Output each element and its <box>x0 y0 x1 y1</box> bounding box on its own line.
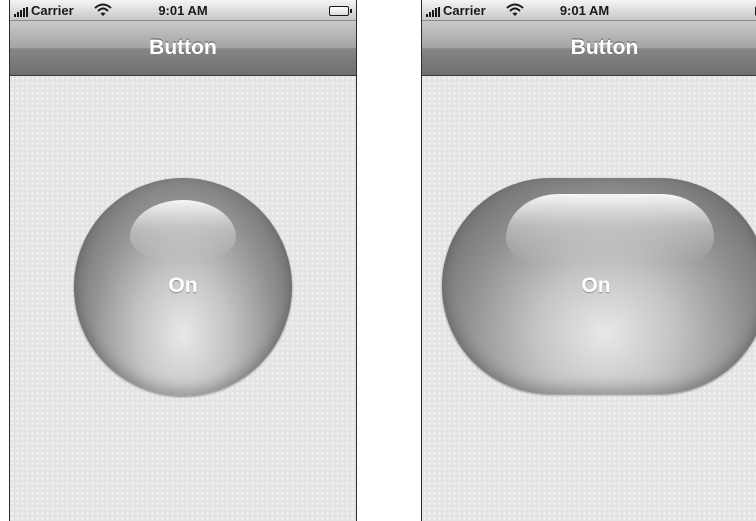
on-button[interactable]: On <box>442 178 756 394</box>
button-highlight <box>130 200 236 262</box>
status-time: 9:01 AM <box>158 3 208 18</box>
status-time: 9:01 AM <box>559 3 610 18</box>
phone-screen-pill-button: Carrier 9:01 AM Button On <box>421 0 756 521</box>
content-area: On <box>422 76 756 521</box>
nav-title: Button <box>149 36 217 59</box>
button-highlight <box>506 194 714 264</box>
phone-screen-circle-button: Carrier 9:01 AM Button On <box>9 0 357 521</box>
navigation-bar: Button <box>10 21 356 76</box>
status-bar: Carrier 9:01 AM <box>422 0 756 21</box>
on-button-label: On <box>168 274 198 297</box>
battery-icon <box>329 6 352 16</box>
on-button-label: On <box>581 274 611 297</box>
on-button[interactable]: On <box>74 178 292 396</box>
status-bar: Carrier 9:01 AM <box>10 0 356 21</box>
content-area: On <box>10 76 356 521</box>
navigation-bar: Button <box>422 21 756 76</box>
nav-title: Button <box>570 36 639 59</box>
